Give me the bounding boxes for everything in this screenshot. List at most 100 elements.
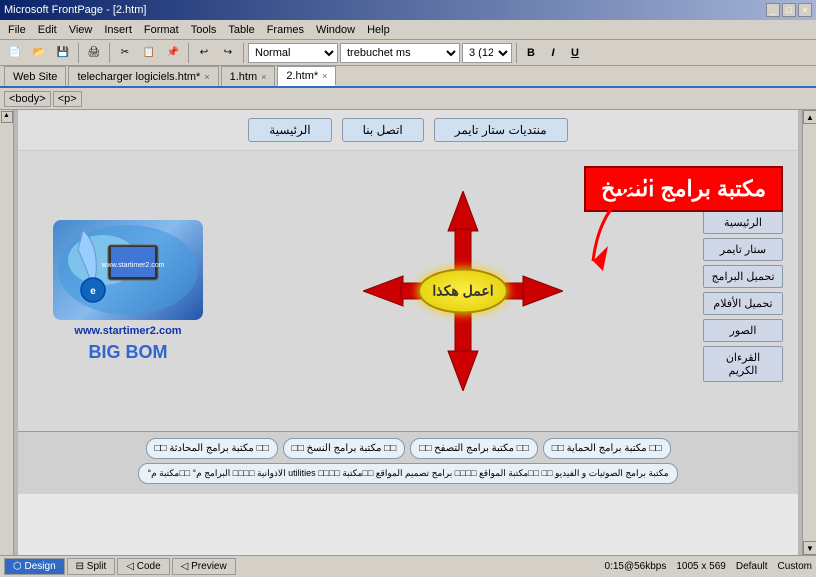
tab-2htm-close[interactable]: × bbox=[322, 71, 327, 81]
save-btn[interactable]: 💾 bbox=[52, 42, 74, 64]
menu-tools[interactable]: Tools bbox=[185, 22, 223, 38]
cut-btn[interactable]: ✂ bbox=[114, 42, 136, 64]
time-speed: 0:15@56kbps bbox=[604, 561, 666, 572]
toolbar-sep-1 bbox=[78, 43, 79, 63]
split-icon: ⊟ bbox=[76, 561, 84, 572]
menu-insert[interactable]: Insert bbox=[98, 22, 138, 38]
redo-icon: ↪ bbox=[224, 47, 232, 58]
left-ruler: ▲ bbox=[0, 110, 14, 555]
nav-home[interactable]: الرئيسية bbox=[248, 118, 331, 142]
toolbar-sep-5 bbox=[516, 43, 517, 63]
tab-1htm[interactable]: 1.htm × bbox=[221, 66, 276, 86]
tab-website-label: Web Site bbox=[13, 71, 57, 83]
menu-format[interactable]: Format bbox=[138, 22, 185, 38]
bottom-status: 0:15@56kbps 1005 x 569 Default Custom bbox=[604, 561, 812, 572]
nav-contact[interactable]: اتصل بنا bbox=[342, 118, 424, 142]
sidebar-programs[interactable]: تحميل البرامج bbox=[703, 265, 783, 288]
menu-help[interactable]: Help bbox=[361, 22, 396, 38]
undo-icon: ↩ bbox=[200, 47, 208, 58]
menu-table[interactable]: Table bbox=[222, 22, 260, 38]
tab-preview[interactable]: ◁ Preview bbox=[172, 558, 236, 575]
cat-protect[interactable]: □□ مكتبة برامج الحماية □□ bbox=[543, 438, 671, 459]
font-dropdown[interactable]: trebuchet ms bbox=[340, 43, 460, 63]
tabs-bar: Web Site telecharger logiciels.htm* × 1.… bbox=[0, 66, 816, 88]
tab-design[interactable]: ⬡ Design bbox=[4, 558, 65, 575]
sidebar-films[interactable]: تحميل الأفلام bbox=[703, 292, 783, 315]
close-btn[interactable]: × bbox=[798, 3, 812, 17]
open-btn[interactable]: 📂 bbox=[28, 42, 50, 64]
toolbar: 📄 📂 💾 🖨 ✂ 📋 📌 ↩ ↪ Normal trebuchet ms 3 … bbox=[0, 40, 816, 66]
p-tag: <p> bbox=[53, 91, 82, 107]
top-nav: الرئيسية اتصل بنا منتديات ستار تايمر bbox=[18, 110, 798, 151]
print-icon: 🖨 bbox=[88, 47, 101, 58]
bold-btn[interactable]: B bbox=[521, 43, 541, 63]
new-btn[interactable]: 📄 bbox=[4, 42, 26, 64]
menu-window[interactable]: Window bbox=[310, 22, 361, 38]
menu-edit[interactable]: Edit bbox=[32, 22, 63, 38]
custom-label: Custom bbox=[778, 561, 812, 572]
menu-bar: File Edit View Insert Format Tools Table… bbox=[0, 20, 816, 40]
dimensions: 1005 x 569 bbox=[676, 561, 726, 572]
sidebar-startimer[interactable]: ستار تايمر bbox=[703, 238, 783, 261]
design-icon: ⬡ bbox=[13, 561, 22, 572]
new-icon: 📄 bbox=[9, 47, 21, 58]
cloud-text: اعمل هكذا bbox=[432, 283, 493, 300]
redo-btn[interactable]: ↪ bbox=[217, 42, 239, 64]
title-bar: Microsoft FrontPage - [2.htm] _ □ × bbox=[0, 0, 816, 20]
maximize-btn[interactable]: □ bbox=[782, 3, 796, 17]
preview-icon: ◁ bbox=[181, 561, 189, 572]
scroll-down-btn[interactable]: ▼ bbox=[803, 541, 816, 555]
center-area: اعمل هكذا bbox=[228, 161, 698, 421]
copy-btn[interactable]: 📋 bbox=[138, 42, 160, 64]
page-content: الرئيسية اتصل بنا منتديات ستار تايمر مكت… bbox=[18, 110, 798, 555]
tab-telecharger[interactable]: telecharger logiciels.htm* × bbox=[68, 66, 218, 86]
code-icon: ◁ bbox=[126, 561, 134, 572]
bottom-tabs: ⬡ Design ⊟ Split ◁ Code ◁ Preview bbox=[4, 558, 236, 575]
italic-btn[interactable]: I bbox=[543, 43, 563, 63]
cat-chat[interactable]: □□ مكتبة برامج المحادثة □□ bbox=[146, 438, 278, 459]
bottom-categories: □□ مكتبة برامج المحادثة □□ □□ مكتبة برام… bbox=[18, 431, 798, 494]
cat-copy[interactable]: □□ مكتبة برامج النسخ □□ bbox=[283, 438, 406, 459]
logo-image: www.startimer2.com e bbox=[53, 220, 203, 320]
menu-file[interactable]: File bbox=[2, 22, 32, 38]
title-text: Microsoft FrontPage - [2.htm] bbox=[4, 4, 146, 16]
toolbar-sep-3 bbox=[188, 43, 189, 63]
tab-code[interactable]: ◁ Code bbox=[117, 558, 169, 575]
toolbar-sep-4 bbox=[243, 43, 244, 63]
nav-forum[interactable]: منتديات ستار تايمر bbox=[434, 118, 568, 142]
menu-view[interactable]: View bbox=[63, 22, 99, 38]
paste-btn[interactable]: 📌 bbox=[162, 42, 184, 64]
tab-telecharger-close[interactable]: × bbox=[204, 72, 209, 82]
undo-btn[interactable]: ↩ bbox=[193, 42, 215, 64]
categories-row-2: مكتبة برامج الصوتيات و الفيديو □□ □□مكتب… bbox=[23, 463, 793, 484]
svg-text:www.startimer2.com: www.startimer2.com bbox=[100, 262, 164, 269]
size-dropdown[interactable]: 3 (12 pt) bbox=[462, 43, 512, 63]
logo-svg: www.startimer2.com e bbox=[53, 220, 203, 320]
underline-btn[interactable]: U bbox=[565, 43, 585, 63]
sidebar-home[interactable]: الرئيسية bbox=[703, 211, 783, 234]
window-controls: _ □ × bbox=[766, 3, 812, 17]
scroll-track[interactable] bbox=[803, 124, 816, 541]
style-dropdown[interactable]: Normal bbox=[248, 43, 338, 63]
tab-1htm-label: 1.htm bbox=[230, 71, 258, 83]
scroll-up-left[interactable]: ▲ bbox=[1, 111, 13, 123]
sidebar-photos[interactable]: الصور bbox=[703, 319, 783, 342]
tab-website[interactable]: Web Site bbox=[4, 66, 66, 86]
cat-media[interactable]: مكتبة برامج الصوتيات و الفيديو □□ □□مكتب… bbox=[138, 463, 677, 484]
body-tag: <body> bbox=[4, 91, 51, 107]
tab-2htm[interactable]: 2.htm* × bbox=[277, 66, 336, 86]
tab-split[interactable]: ⊟ Split bbox=[67, 558, 116, 575]
content-wrapper: الرئيسية اتصل بنا منتديات ستار تايمر مكت… bbox=[14, 110, 802, 555]
minimize-btn[interactable]: _ bbox=[766, 3, 780, 17]
menu-frames[interactable]: Frames bbox=[261, 22, 310, 38]
arrow-cross: اعمل هكذا bbox=[363, 191, 563, 391]
tab-1htm-close[interactable]: × bbox=[261, 72, 266, 82]
scroll-up-btn[interactable]: ▲ bbox=[803, 110, 816, 124]
print-btn[interactable]: 🖨 bbox=[83, 42, 105, 64]
bottom-bar: ⬡ Design ⊟ Split ◁ Code ◁ Preview 0:15@5… bbox=[0, 555, 816, 577]
editor-area: ▲ الرئيسية اتصل بنا منتديات ستار تايمر م… bbox=[0, 110, 816, 555]
default-label: Default bbox=[736, 561, 768, 572]
save-icon: 💾 bbox=[57, 47, 69, 58]
sidebar-quran[interactable]: القرءان الكريم bbox=[703, 346, 783, 382]
cat-browse[interactable]: □□ مكتبة برامج التصفح □□ bbox=[410, 438, 537, 459]
